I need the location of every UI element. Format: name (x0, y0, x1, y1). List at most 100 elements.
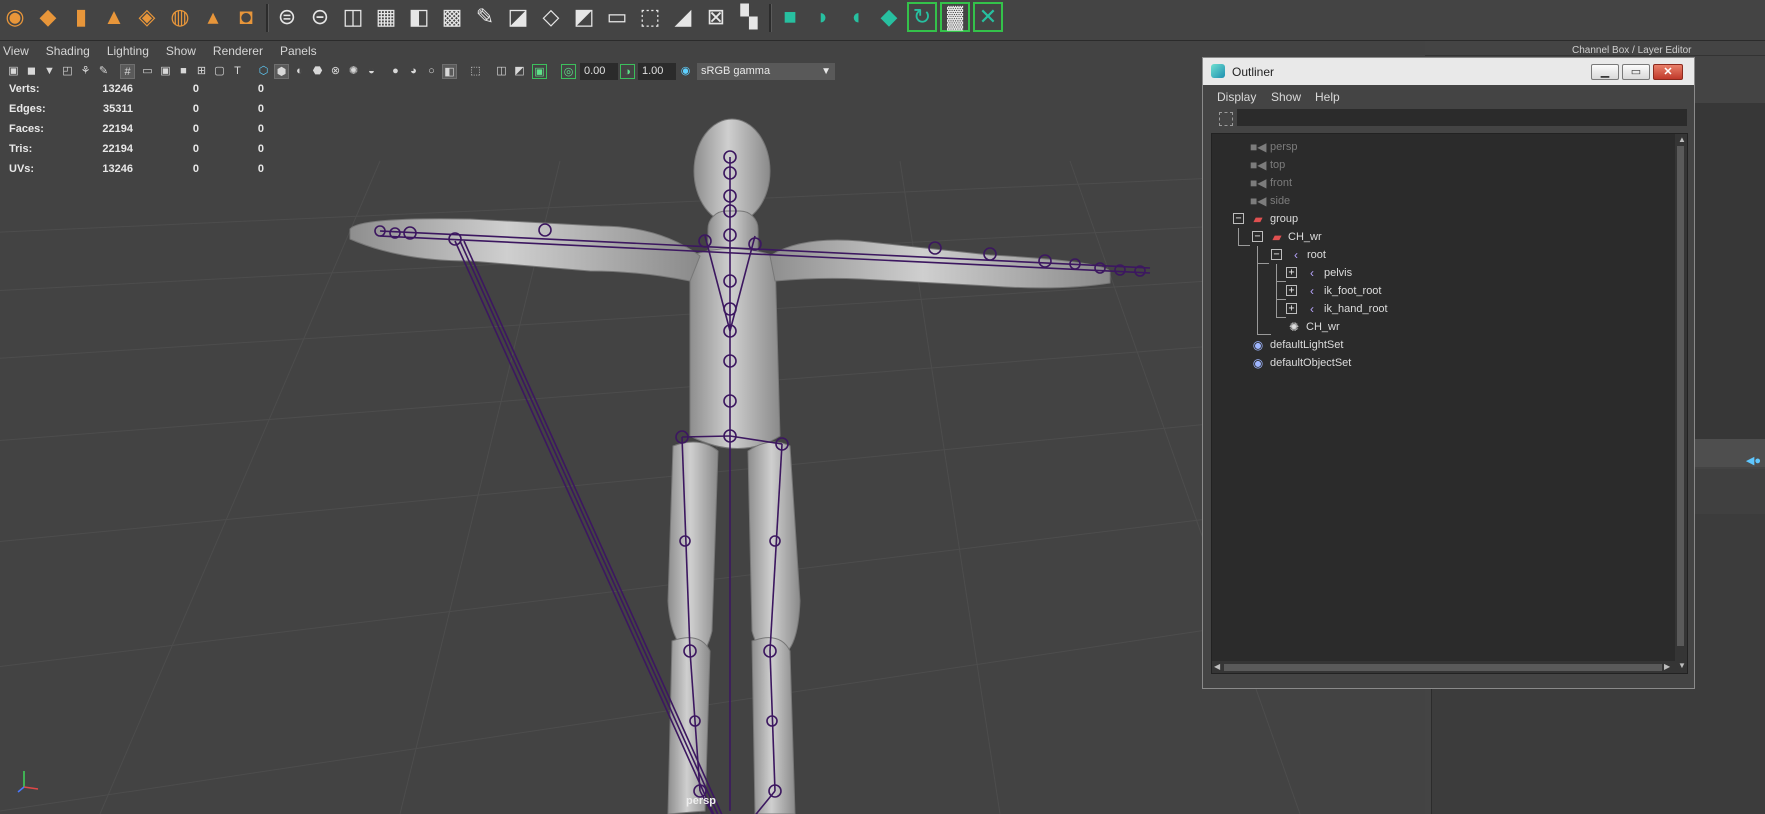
offset-edge-icon[interactable]: ▭ (602, 2, 632, 32)
color-management-icon[interactable]: ◉ (678, 64, 693, 79)
xray-icon[interactable]: ◫ (494, 64, 509, 79)
checker-icon[interactable]: ▚ (734, 2, 764, 32)
extrude-icon[interactable]: ◧ (404, 2, 434, 32)
depth-of-field-icon[interactable]: ◧ (442, 64, 457, 79)
use-default-material-icon[interactable]: ◐ (292, 64, 307, 79)
outliner-item-ik-foot-root[interactable]: + ‹ ik_foot_root (1212, 282, 1672, 300)
smooth-shade-icon[interactable]: ⬢ (274, 64, 289, 79)
scroll-up-arrow-icon[interactable]: ▲ (1678, 135, 1686, 145)
channel-box-title[interactable]: Channel Box / Layer Editor (1572, 45, 1692, 56)
resolution-gate-icon[interactable]: ▣ (158, 64, 173, 79)
combine-icon[interactable]: ⊜ (272, 2, 302, 32)
outliner-search-input[interactable] (1237, 109, 1687, 126)
multi-cut-icon[interactable]: ✎ (470, 2, 500, 32)
expand-toggle[interactable]: + (1286, 303, 1297, 314)
uv-cylindrical-icon[interactable]: ◗ (808, 2, 838, 32)
film-gate-icon[interactable]: ▭ (140, 64, 155, 79)
anti-aliasing-icon[interactable]: ○ (424, 64, 439, 79)
filter-icon[interactable] (1219, 112, 1233, 126)
screen-space-ao-icon[interactable]: ● (388, 64, 403, 79)
outliner-menu-show[interactable]: Show (1271, 90, 1301, 104)
target-weld-icon[interactable]: ◢ (668, 2, 698, 32)
close-button[interactable]: ✕ (1653, 64, 1683, 80)
uv-cut-icon[interactable]: ✕ (973, 2, 1003, 32)
outliner-item-group[interactable]: − ▰ group (1212, 210, 1672, 228)
use-all-lights-icon[interactable]: ✺ (346, 64, 361, 79)
safe-title-icon[interactable]: T (230, 64, 245, 79)
safe-action-icon[interactable]: ▢ (212, 64, 227, 79)
outliner-item-root[interactable]: − ‹ root (1212, 246, 1672, 264)
outliner-item-side[interactable]: ■◀ side (1212, 192, 1672, 210)
menu-lighting[interactable]: Lighting (107, 44, 149, 58)
textured-icon[interactable]: ⊗ (328, 64, 343, 79)
outliner-horizontal-scrollbar[interactable]: ◀ ▶ (1212, 661, 1675, 673)
menu-shading[interactable]: Shading (46, 44, 90, 58)
outliner-item-ch-wr-mesh[interactable]: ✺ CH_wr (1212, 318, 1672, 336)
two-d-pan-zoom-icon[interactable]: ⚘ (78, 64, 93, 79)
wireframe-icon[interactable]: ⬡ (256, 64, 271, 79)
exposure-icon[interactable]: ◎ (561, 64, 576, 79)
grid-toggle-icon[interactable]: # (120, 64, 135, 79)
outliner-menu-help[interactable]: Help (1315, 90, 1340, 104)
outliner-vertical-scrollbar[interactable]: ▲ ▼ (1675, 134, 1687, 673)
minimize-button[interactable]: ▁ (1591, 64, 1619, 80)
outliner-titlebar[interactable]: Outliner ▁ ▭ ✕ (1203, 58, 1694, 85)
poly-pipe-icon[interactable]: ◘ (231, 2, 261, 32)
uv-planar-icon[interactable]: ■ (775, 2, 805, 32)
outliner-item-persp[interactable]: ■◀ persp (1212, 138, 1672, 156)
color-space-dropdown[interactable]: sRGB gamma ▼ (697, 63, 835, 80)
scroll-down-arrow-icon[interactable]: ▼ (1678, 661, 1686, 671)
wireframe-on-shaded-icon[interactable]: ⬣ (310, 64, 325, 79)
gamma-icon[interactable]: ◑ (620, 64, 635, 79)
append-polygon-icon[interactable]: ◇ (536, 2, 566, 32)
outliner-item-pelvis[interactable]: + ‹ pelvis (1212, 264, 1672, 282)
maximize-button[interactable]: ▭ (1622, 64, 1650, 80)
exposure-field[interactable] (580, 63, 618, 80)
outliner-item-ch-wr[interactable]: − ▰ CH_wr (1212, 228, 1672, 246)
collapse-toggle[interactable]: − (1252, 231, 1263, 242)
menu-renderer[interactable]: Renderer (213, 44, 263, 58)
bevel-icon[interactable]: ◪ (503, 2, 533, 32)
smooth-icon[interactable]: ▦ (371, 2, 401, 32)
mirror-icon[interactable]: ◫ (338, 2, 368, 32)
bridge-icon[interactable]: ▩ (437, 2, 467, 32)
insert-edge-loop-icon[interactable]: ⬚ (635, 2, 665, 32)
outliner-window[interactable]: Outliner ▁ ▭ ✕ Display Show Help ■◀ pers… (1202, 57, 1695, 689)
outliner-menu-display[interactable]: Display (1217, 90, 1256, 104)
field-chart-icon[interactable]: ⊞ (194, 64, 209, 79)
poly-sphere-icon[interactable]: ◉ (0, 2, 30, 32)
merge-icon[interactable]: ⊠ (701, 2, 731, 32)
outliner-item-default-light-set[interactable]: ◉ defaultLightSet (1212, 336, 1672, 354)
outliner-tree[interactable]: ■◀ persp ■◀ top ■◀ front ■◀ side − ▰ gro… (1211, 133, 1688, 674)
scroll-right-arrow-icon[interactable]: ▶ (1664, 662, 1670, 672)
scrollbar-thumb[interactable] (1224, 664, 1662, 671)
menu-panels[interactable]: Panels (280, 44, 317, 58)
poly-torus-icon[interactable]: ◍ (165, 2, 195, 32)
grease-pencil-icon[interactable]: ✎ (96, 64, 111, 79)
outliner-item-default-object-set[interactable]: ◉ defaultObjectSet (1212, 354, 1672, 372)
collapse-toggle[interactable]: − (1271, 249, 1282, 260)
uv-spherical-icon[interactable]: ◖ (841, 2, 871, 32)
isolate-select-icon[interactable]: ⬚ (468, 64, 483, 79)
visibility-eye-icon[interactable]: ◀● (1746, 454, 1761, 467)
outliner-item-ik-hand-root[interactable]: + ‹ ik_hand_root (1212, 300, 1672, 318)
scroll-left-arrow-icon[interactable]: ◀ (1214, 662, 1220, 672)
separate-icon[interactable]: ⊝ (305, 2, 335, 32)
uv-layout-icon[interactable]: ▓ (940, 2, 970, 32)
scrollbar-thumb[interactable] (1677, 146, 1684, 646)
poly-cube-icon[interactable]: ◆ (33, 2, 63, 32)
expand-toggle[interactable]: + (1286, 267, 1297, 278)
gate-mask-icon[interactable]: ■ (176, 64, 191, 79)
motion-blur-icon[interactable]: ◕ (406, 64, 421, 79)
poly-pyramid-icon[interactable]: ▴ (198, 2, 228, 32)
xray-joints-icon[interactable]: ◩ (512, 64, 527, 79)
fill-hole-icon[interactable]: ◩ (569, 2, 599, 32)
poly-cone-icon[interactable]: ▲ (99, 2, 129, 32)
bookmark-icon[interactable]: ▼ (42, 64, 57, 79)
collapse-toggle[interactable]: − (1233, 213, 1244, 224)
camera-attributes-icon[interactable]: ◼ (24, 64, 39, 79)
menu-view[interactable]: View (3, 44, 29, 58)
uv-unfold-icon[interactable]: ↻ (907, 2, 937, 32)
menu-show[interactable]: Show (166, 44, 196, 58)
shadows-icon[interactable]: ◒ (364, 64, 379, 79)
